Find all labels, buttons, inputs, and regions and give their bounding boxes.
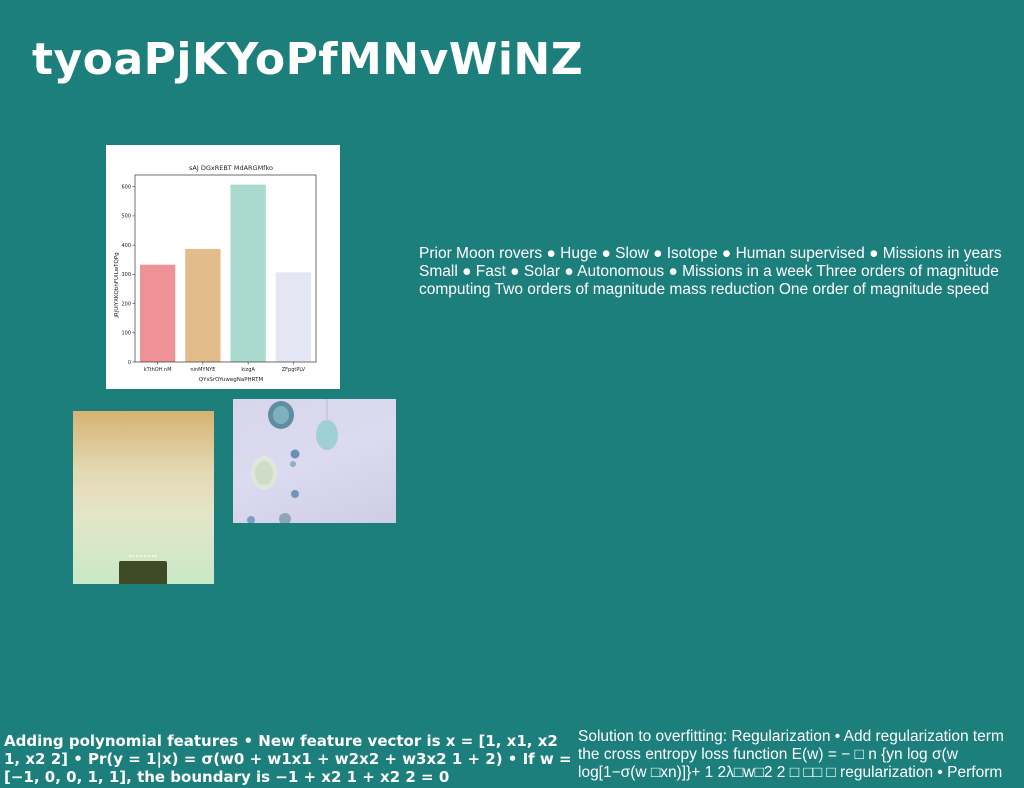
bar-chart: sAJ DGxREBT MdARGMfko jRjUlYXKQbnFUlLwTQ… — [114, 164, 317, 383]
y-tick-label: 200 — [121, 301, 131, 307]
y-tick-label: 400 — [121, 243, 131, 249]
blue-ball-ornament — [316, 420, 338, 450]
chart-y-axis-label: jRjUlYXKQbnFUlLwTQPg — [114, 252, 120, 318]
small-bead-ornament — [279, 513, 291, 523]
ornaments-illustration — [247, 399, 338, 523]
bullet-list-text: Prior Moon rovers ● Huge ● Slow ● Isotop… — [419, 245, 1002, 298]
chart-x-axis-label: QYsSrOYuwegNaPHRTM — [199, 377, 264, 383]
y-tick-label: 0 — [128, 360, 131, 366]
small-bead-ornament — [290, 461, 296, 467]
y-tick-label: 600 — [121, 184, 131, 190]
bar-4 — [275, 272, 312, 362]
bar-1 — [139, 264, 176, 362]
photo-right — [233, 399, 396, 523]
x-tick-label: ZFpgtPLV — [282, 367, 306, 373]
regularization-text: Solution to overfitting: Regularization … — [578, 728, 1004, 781]
small-bead-ornament — [290, 449, 300, 459]
small-bead-ornament — [247, 516, 255, 523]
y-tick-label: 500 — [121, 214, 131, 220]
x-tick-label: kTthOH nM — [144, 367, 172, 373]
bar-chart-card: sAJ DGxREBT MdARGMfko jRjUlYXKQbnFUlLwTQ… — [106, 145, 340, 389]
y-tick-label: 300 — [121, 272, 131, 278]
polynomial-features-text: Adding polynomial features • New feature… — [4, 732, 572, 786]
bar-2 — [185, 248, 221, 362]
bar-3 — [230, 184, 266, 362]
x-tick-label: kizgA — [241, 367, 255, 373]
x-tick-label: ninMYNYE — [190, 367, 215, 373]
y-tick-label: 100 — [121, 331, 131, 337]
bag-shape — [119, 555, 167, 584]
chart-title: sAJ DGxREBT MdARGMfko — [189, 164, 273, 172]
photo-left — [73, 411, 214, 584]
page-title: tyoaPjKYoPfMNvWiNZ — [32, 34, 584, 85]
small-bead-ornament — [291, 490, 299, 498]
